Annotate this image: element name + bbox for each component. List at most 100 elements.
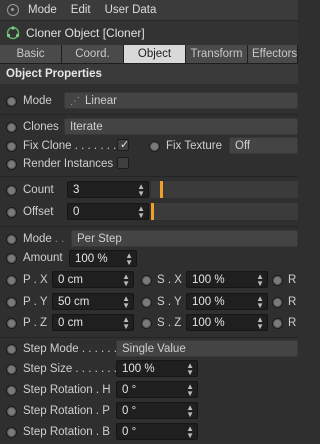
spinner-arrows-icon[interactable]: ▲ ▼ (122, 273, 130, 288)
menu-edit[interactable]: Edit (71, 4, 91, 16)
offset-input[interactable]: 0 ▲ ▼ (67, 203, 149, 220)
count-slider-handle[interactable] (160, 181, 163, 198)
step-rot-h-value: 0 ° (122, 384, 137, 396)
pz-input[interactable]: 0 cm ▲ ▼ (52, 314, 134, 331)
sz-value: 100 % (192, 317, 225, 329)
step-mode-label: Step Mode . . . . . . . . (23, 343, 130, 355)
step-rot-h-keyframe-radio[interactable] (6, 384, 17, 396)
spinner-arrows-icon[interactable]: ▲ ▼ (186, 383, 194, 398)
linear-mode-icon: ⋰ (70, 96, 80, 107)
rx-label: R (288, 274, 297, 286)
cloner-icon (6, 26, 20, 40)
render-instances-checkbox[interactable] (117, 157, 129, 169)
mode-dropdown[interactable]: ⋰ Linear (64, 92, 298, 109)
count-slider[interactable] (151, 181, 298, 198)
count-value: 3 (73, 184, 80, 196)
tab-coord[interactable]: Coord. (62, 45, 124, 63)
step-rot-p-keyframe-radio[interactable] (6, 405, 17, 417)
py-label: P . Y (23, 296, 48, 308)
amount-input[interactable]: 100 % ▲ ▼ (69, 250, 137, 267)
spinner-arrows-icon[interactable]: ▲ ▼ (256, 316, 264, 331)
section-title: Object Properties (0, 64, 298, 84)
clones-dropdown[interactable]: Iterate (64, 118, 298, 135)
step-rot-b-value: 0 ° (122, 426, 137, 438)
offset-label: Offset (23, 206, 54, 218)
pz-keyframe-radio[interactable] (6, 317, 17, 329)
tab-transform[interactable]: Transform (186, 45, 248, 63)
rz-group: R (272, 313, 298, 333)
mode2-label: Mode (23, 233, 52, 245)
px-input[interactable]: 0 cm ▲ ▼ (52, 271, 134, 288)
spinner-arrows-icon[interactable]: ▲ ▼ (256, 273, 264, 288)
menubar: Mode Edit User Data (0, 0, 298, 21)
mode-label: Mode (23, 95, 52, 107)
ry-group: R (272, 292, 298, 312)
fix-clone-label: Fix Clone . . . . . . . . (23, 140, 123, 152)
amount-keyframe-radio[interactable] (6, 252, 17, 264)
fix-texture-dropdown[interactable]: Off (229, 137, 298, 154)
fix-clone-checkbox[interactable]: ✓ (117, 139, 129, 151)
spinner-arrows-icon[interactable]: ▲ ▼ (122, 295, 130, 310)
mode2-value: Per Step (77, 233, 122, 245)
sx-keyframe-radio[interactable] (141, 274, 152, 286)
offset-keyframe-radio[interactable] (6, 206, 17, 218)
px-keyframe-radio[interactable] (6, 274, 17, 286)
tab-basic[interactable]: Basic (0, 45, 62, 63)
step-mode-keyframe-radio[interactable] (6, 343, 17, 355)
spinner-arrows-icon[interactable]: ▲ ▼ (137, 205, 145, 220)
menu-user-data[interactable]: User Data (105, 4, 157, 16)
spinner-arrows-icon[interactable]: ▲ ▼ (122, 316, 130, 331)
ry-keyframe-radio[interactable] (272, 296, 283, 308)
sy-keyframe-radio[interactable] (141, 296, 152, 308)
render-instances-row: Render Instances (0, 154, 298, 174)
mode2-dropdown[interactable]: Per Step (71, 230, 298, 247)
fix-texture-value: Off (235, 140, 251, 152)
spinner-arrows-icon[interactable]: ▲ ▼ (186, 362, 194, 377)
render-instances-keyframe-radio[interactable] (6, 158, 17, 170)
step-size-input[interactable]: 100 % ▲ ▼ (116, 360, 198, 377)
tab-effectors[interactable]: Effectors (248, 45, 298, 63)
clones-value: Iterate (70, 121, 103, 133)
spinner-arrows-icon[interactable]: ▲ ▼ (137, 183, 145, 198)
offset-slider[interactable] (151, 203, 298, 220)
rz-keyframe-radio[interactable] (272, 317, 283, 329)
fix-texture-keyframe-radio[interactable] (149, 140, 160, 152)
amount-row: Amount (0, 248, 298, 268)
count-input[interactable]: 3 ▲ ▼ (67, 181, 149, 198)
step-rot-b-input[interactable]: 0 ° ▲ ▼ (116, 423, 198, 440)
py-keyframe-radio[interactable] (6, 296, 17, 308)
py-input[interactable]: 50 cm ▲ ▼ (52, 293, 134, 310)
spinner-arrows-icon[interactable]: ▲ ▼ (186, 425, 194, 440)
step-size-keyframe-radio[interactable] (6, 363, 17, 375)
amount-value: 100 % (75, 253, 108, 265)
px-label: P . X (23, 274, 48, 286)
fix-clone-keyframe-radio[interactable] (6, 140, 17, 152)
menu-mode[interactable]: Mode (28, 4, 57, 16)
sy-input[interactable]: 100 % ▲ ▼ (186, 293, 268, 310)
step-mode-value: Single Value (122, 343, 186, 355)
step-rot-h-input[interactable]: 0 ° ▲ ▼ (116, 381, 198, 398)
spinner-arrows-icon[interactable]: ▲ ▼ (186, 404, 194, 419)
sz-keyframe-radio[interactable] (141, 317, 152, 329)
rx-keyframe-radio[interactable] (272, 274, 283, 286)
pz-label: P . Z (23, 317, 48, 329)
sz-input[interactable]: 100 % ▲ ▼ (186, 314, 268, 331)
sy-label: S . Y (157, 296, 182, 308)
attribute-manager-icon (6, 3, 20, 17)
rx-group: R (272, 270, 298, 290)
spinner-arrows-icon[interactable]: ▲ ▼ (256, 295, 264, 310)
spinner-arrows-icon[interactable]: ▲ ▼ (125, 252, 133, 267)
tab-object[interactable]: Object (124, 45, 186, 63)
count-label: Count (23, 184, 54, 196)
count-keyframe-radio[interactable] (6, 184, 17, 196)
step-rot-b-keyframe-radio[interactable] (6, 426, 17, 438)
rz-label: R (288, 317, 297, 329)
step-mode-dropdown[interactable]: Single Value (116, 340, 298, 357)
clones-keyframe-radio[interactable] (6, 121, 17, 133)
mode2-keyframe-radio[interactable] (6, 233, 17, 245)
step-rot-p-input[interactable]: 0 ° ▲ ▼ (116, 402, 198, 419)
mode-value: Linear (85, 95, 117, 107)
offset-slider-handle[interactable] (151, 203, 154, 220)
mode-keyframe-radio[interactable] (6, 95, 17, 107)
sx-input[interactable]: 100 % ▲ ▼ (186, 271, 268, 288)
